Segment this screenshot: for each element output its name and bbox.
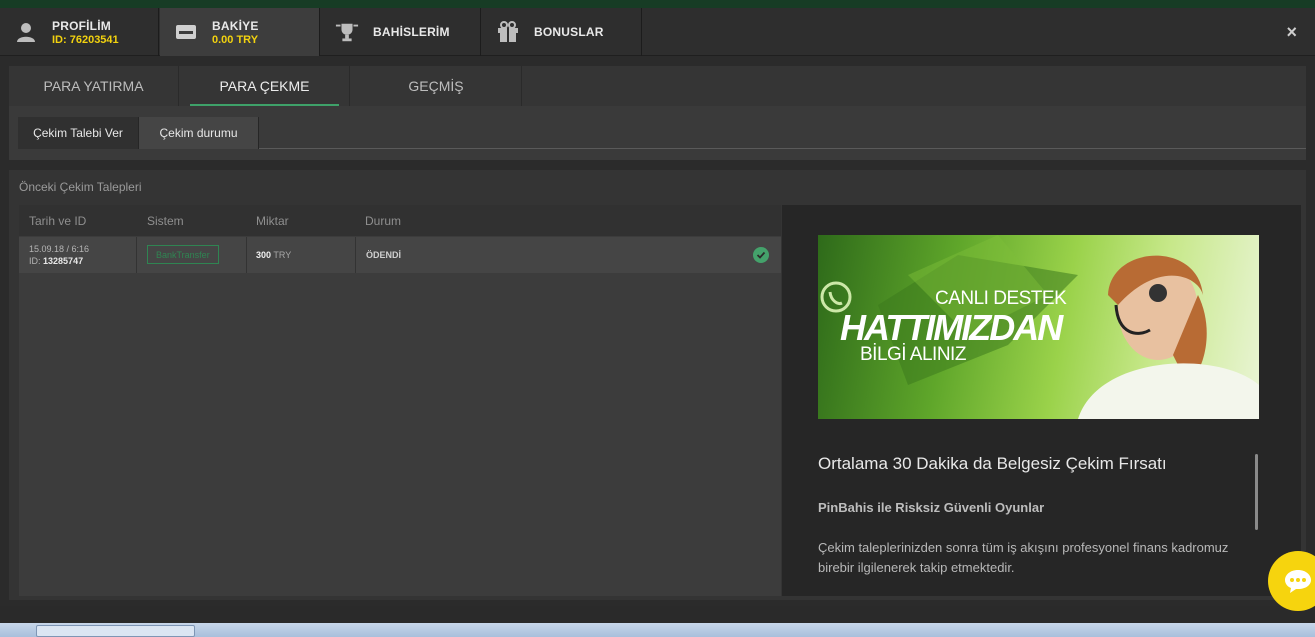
previous-requests-section: Önceki Çekim Talepleri Tarih ve ID Siste… <box>9 170 1306 600</box>
top-nav: PROFİLİM ID: 76203541 BAKİYE 0.00 TRY BA… <box>0 8 1315 56</box>
support-banner[interactable]: CANLI DESTEK HATTIMIZDAN BİLGİ ALINIZ <box>818 235 1259 419</box>
row-id: 13285747 <box>43 256 84 266</box>
live-chat-button[interactable] <box>1268 551 1315 611</box>
profile-label: PROFİLİM <box>52 18 111 33</box>
cell-system: BankTransfer <box>137 237 247 273</box>
promo-text: Çekim taleplerinizden sonra tüm iş akışı… <box>818 540 1229 575</box>
taskbar-button[interactable] <box>36 625 195 637</box>
row-currency: TRY <box>273 250 292 260</box>
promo-subtitle: PinBahis ile Risksiz Güvenli Oyunlar <box>818 500 1045 515</box>
requests-table: Tarih ve ID Sistem Miktar Durum 15.09.18… <box>19 205 781 596</box>
background-strip <box>0 606 1315 623</box>
balance-label: BAKİYE <box>212 18 259 33</box>
banner-line2: HATTIMIZDAN <box>840 307 1063 348</box>
top-strip <box>0 0 1315 8</box>
check-icon <box>753 247 769 263</box>
cell-status: ÖDENDİ <box>356 237 781 273</box>
row-status: ÖDENDİ <box>366 250 402 260</box>
main-tabs: PARA YATIRMA PARA ÇEKME GEÇMİŞ <box>9 66 1306 106</box>
os-taskbar <box>0 623 1315 637</box>
row-id-prefix: ID: <box>29 256 41 266</box>
nav-balance[interactable]: BAKİYE 0.00 TRY <box>160 8 320 56</box>
col-system: Sistem <box>147 214 184 228</box>
gift-icon <box>496 20 520 44</box>
withdraw-subtabs: Çekim Talebi Ver Çekim durumu <box>18 117 1306 149</box>
close-icon[interactable]: × <box>1286 22 1297 43</box>
tab-withdraw[interactable]: PARA ÇEKME <box>180 66 350 106</box>
promo-title: Ortalama 30 Dakika da Belgesiz Çekim Fır… <box>818 454 1167 473</box>
promo-scrollbar[interactable] <box>1255 454 1258 530</box>
chat-icon <box>1285 570 1311 593</box>
promo-pane: CANLI DESTEK HATTIMIZDAN BİLGİ ALINIZ Or… <box>782 205 1301 596</box>
nav-bonus[interactable]: BONUSLAR <box>482 8 642 56</box>
banner-line3: BİLGİ ALINIZ <box>860 344 966 365</box>
trophy-icon <box>335 20 359 44</box>
col-amount: Miktar <box>256 214 289 228</box>
tab-withdraw-status[interactable]: Çekim durumu <box>139 117 259 149</box>
tab-history[interactable]: GEÇMİŞ <box>351 66 522 106</box>
tab-deposit[interactable]: PARA YATIRMA <box>9 66 179 106</box>
withdraw-panel: PARA YATIRMA PARA ÇEKME GEÇMİŞ Çekim Tal… <box>9 66 1306 160</box>
nav-profile[interactable]: PROFİLİM ID: 76203541 <box>0 8 159 56</box>
row-date: 15.09.18 / 6:16 <box>29 244 90 254</box>
bets-label: BAHİSLERİM <box>373 25 450 39</box>
col-date-id: Tarih ve ID <box>29 214 87 228</box>
cell-amount: 300 TRY <box>247 237 356 273</box>
table-row[interactable]: 15.09.18 / 6:16 ID: 13285747 BankTransfe… <box>19 237 781 273</box>
row-amount: 300 <box>256 250 272 260</box>
nav-bets[interactable]: BAHİSLERİM <box>321 8 481 56</box>
user-icon <box>14 20 38 44</box>
wallet-icon <box>174 20 198 44</box>
tab-request-withdraw[interactable]: Çekim Talebi Ver <box>18 117 139 149</box>
table-header: Tarih ve ID Sistem Miktar Durum <box>19 205 781 236</box>
section-title: Önceki Çekim Talepleri <box>19 180 142 194</box>
bonus-label: BONUSLAR <box>534 25 604 39</box>
system-badge: BankTransfer <box>147 245 219 264</box>
profile-id: ID: 76203541 <box>52 33 119 46</box>
balance-value: 0.00 TRY <box>212 33 259 46</box>
cell-date-id: 15.09.18 / 6:16 ID: 13285747 <box>19 237 137 273</box>
col-status: Durum <box>365 214 402 228</box>
